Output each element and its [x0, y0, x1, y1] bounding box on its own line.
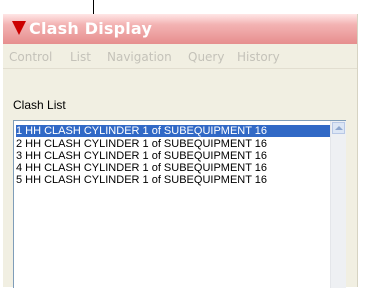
- menu-navigation[interactable]: Navigation: [107, 50, 172, 64]
- clash-listbox[interactable]: 1 HH CLASH CYLINDER 1 of SUBEQUIPMENT 16…: [13, 120, 346, 288]
- clash-list-label: Clash List: [13, 98, 66, 112]
- clash-list-item[interactable]: 5 HH CLASH CYLINDER 1 of SUBEQUIPMENT 16: [16, 174, 330, 186]
- menu-bar: Control List Navigation Query History: [3, 44, 357, 68]
- menu-separator: [3, 68, 357, 69]
- clash-display-window: Clash Display Control List Navigation Qu…: [3, 14, 358, 288]
- menu-query[interactable]: Query: [188, 50, 224, 64]
- clash-list-item[interactable]: 4 HH CLASH CYLINDER 1 of SUBEQUIPMENT 16: [16, 162, 330, 174]
- window-title: Clash Display: [29, 19, 153, 38]
- title-bar[interactable]: Clash Display: [3, 14, 357, 44]
- clash-list-item[interactable]: 2 HH CLASH CYLINDER 1 of SUBEQUIPMENT 16: [16, 138, 330, 150]
- clash-list-item[interactable]: 3 HH CLASH CYLINDER 1 of SUBEQUIPMENT 16: [16, 150, 330, 162]
- scroll-up-button[interactable]: [332, 122, 345, 134]
- clash-list-item[interactable]: 1 HH CLASH CYLINDER 1 of SUBEQUIPMENT 16: [16, 125, 330, 137]
- vertical-scrollbar[interactable]: [330, 121, 346, 288]
- callout-line: [93, 0, 94, 14]
- menu-control[interactable]: Control: [9, 50, 52, 64]
- menu-history[interactable]: History: [237, 50, 280, 64]
- menu-list[interactable]: List: [70, 50, 91, 64]
- scroll-up-arrow-icon: [335, 126, 343, 130]
- app-triangle-icon: [12, 21, 26, 35]
